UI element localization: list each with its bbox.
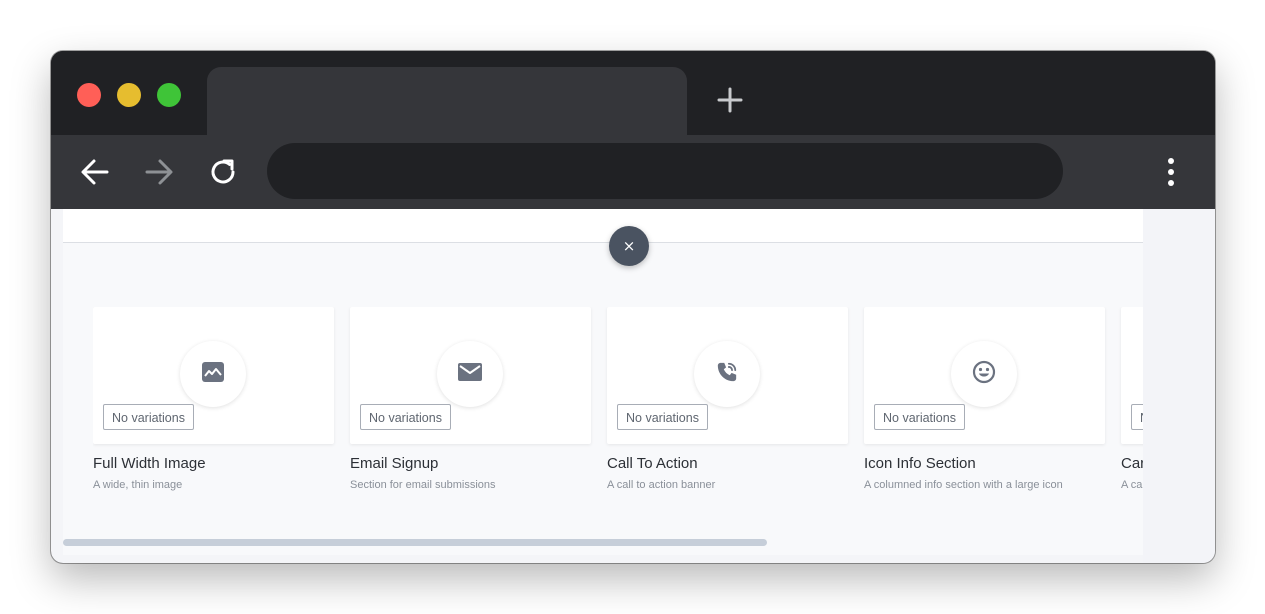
block-description: A columned info section with a large ico… — [864, 479, 1063, 491]
block-description: A call to action banner — [607, 479, 716, 491]
active-tab[interactable] — [207, 67, 687, 135]
page-viewport: No variations Full Width Image A wide, t… — [51, 209, 1215, 563]
variations-badge: No variations — [360, 404, 451, 430]
block-title: Email Signup — [350, 455, 439, 472]
block-title: Full Width Image — [93, 455, 206, 472]
block-description: A ca — [1121, 479, 1143, 491]
variations-badge: No variations — [874, 404, 965, 430]
block-title: Icon Info Section — [864, 455, 976, 472]
close-button[interactable]: × — [609, 226, 649, 266]
maximize-window-button[interactable] — [157, 83, 181, 107]
envelope-icon — [458, 362, 482, 386]
icon-circle — [437, 341, 503, 407]
block-thumbnail[interactable]: No variations — [93, 307, 334, 444]
arrow-left-icon[interactable] — [78, 155, 112, 189]
icon-circle — [694, 341, 760, 407]
icon-circle — [180, 341, 246, 407]
browser-toolbar — [51, 135, 1215, 209]
block-card[interactable]: No variations Full Width Image A wide, t… — [93, 307, 334, 491]
smiley-icon — [972, 360, 996, 389]
block-description: A wide, thin image — [93, 479, 183, 491]
browser-window: No variations Full Width Image A wide, t… — [51, 51, 1215, 563]
tab-bar — [51, 51, 1215, 135]
block-card[interactable]: No variations Email Signup Section for e… — [350, 307, 591, 491]
block-list: No variations Full Width Image A wide, t… — [93, 307, 1143, 507]
arrow-right-icon[interactable] — [142, 155, 176, 189]
block-thumbnail[interactable]: No variations — [607, 307, 848, 444]
icon-circle — [951, 341, 1017, 407]
plus-icon[interactable] — [717, 87, 743, 113]
block-description: Section for email submissions — [350, 479, 496, 491]
block-picker-panel: No variations Full Width Image A wide, t… — [63, 209, 1143, 555]
right-gutter — [1143, 209, 1215, 563]
top-strip — [63, 209, 1143, 243]
address-bar[interactable] — [267, 143, 1063, 199]
block-thumbnail[interactable]: No variations — [1121, 307, 1143, 444]
block-card[interactable]: No variations Car A ca — [1121, 307, 1143, 491]
block-card[interactable]: No variations Icon Info Section A column… — [864, 307, 1105, 491]
block-thumbnail[interactable]: No variations — [350, 307, 591, 444]
block-card[interactable]: No variations Call To Action A call to a… — [607, 307, 848, 491]
block-title: Call To Action — [607, 455, 698, 472]
close-window-button[interactable] — [77, 83, 101, 107]
minimize-window-button[interactable] — [117, 83, 141, 107]
variations-badge: No variations — [1131, 404, 1143, 430]
variations-badge: No variations — [617, 404, 708, 430]
variations-badge: No variations — [103, 404, 194, 430]
phone-icon — [716, 361, 738, 388]
vertical-dots-icon[interactable] — [1157, 155, 1185, 189]
block-title: Car — [1121, 455, 1143, 472]
horizontal-scrollbar[interactable] — [63, 539, 767, 546]
block-thumbnail[interactable]: No variations — [864, 307, 1105, 444]
image-icon — [202, 361, 224, 387]
reload-icon[interactable] — [206, 155, 240, 189]
